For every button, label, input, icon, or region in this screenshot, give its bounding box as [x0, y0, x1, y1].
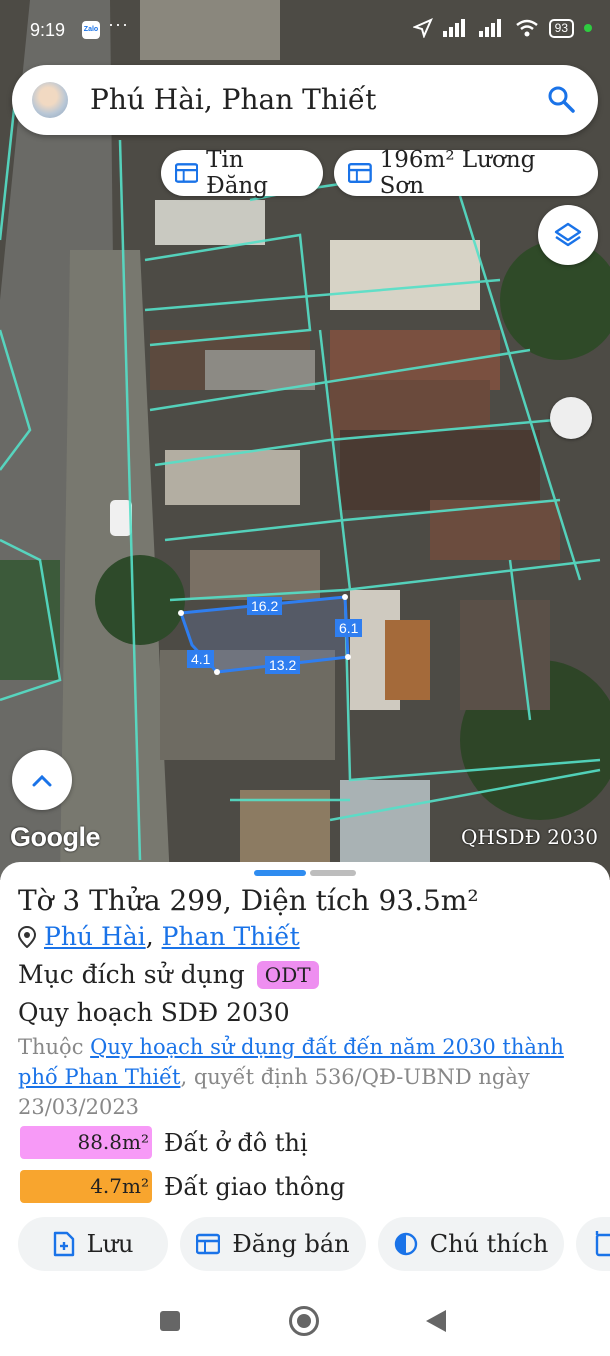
area-row-residential: 88.8m² Đất ở đô thị: [20, 1126, 308, 1159]
map-view[interactable]: 16.2 6.1 13.2 4.1 9:19 Zalo ··· 93 Phú H…: [0, 0, 610, 880]
parcel-location: Phú Hài, Phan Thiết: [18, 922, 300, 951]
map-control-dot[interactable]: [550, 397, 592, 439]
city-link[interactable]: Phan Thiết: [162, 922, 300, 951]
status-time: 9:19: [30, 20, 66, 40]
save-button-label: Lưu: [86, 1230, 134, 1258]
system-nav-bar: [0, 1290, 610, 1356]
purpose-label: Mục đích sử dụng: [18, 960, 245, 989]
sheet-handle[interactable]: [310, 870, 356, 876]
dimension-right-label: 6.1: [335, 619, 363, 637]
post-sale-button[interactable]: Đăng bán: [180, 1217, 366, 1271]
home-button[interactable]: [289, 1306, 319, 1336]
wifi-icon: [515, 19, 538, 37]
search-icon[interactable]: [546, 84, 576, 114]
parcel-info-sheet: Tờ 3 Thửa 299, Diện tích 93.5m² Phú Hài,…: [0, 862, 610, 1356]
chevron-up-icon: [32, 774, 52, 787]
search-query[interactable]: Phú Hài, Phan Thiết: [90, 83, 376, 116]
area-row-transport: 4.7m² Đất giao thông: [20, 1170, 345, 1203]
calendar-icon: [348, 162, 372, 184]
location-separator: ,: [145, 922, 162, 951]
signal-2-icon: [478, 19, 501, 37]
more-action-button[interactable]: [576, 1217, 610, 1271]
camera-dot-icon: [584, 24, 592, 32]
overlay-label: QHSDĐ 2030: [461, 825, 598, 849]
calendar-icon: [196, 1233, 221, 1255]
zalo-app-icon: Zalo: [82, 21, 100, 39]
ward-link[interactable]: Phú Hài: [44, 922, 146, 951]
calendar-icon: [175, 163, 199, 183]
chip-listing-label: 196m² Lương Sơn: [379, 147, 536, 199]
add-chart-icon: [595, 1231, 610, 1257]
layers-icon: [554, 222, 582, 247]
status-bar: 9:19 Zalo ··· 93: [0, 0, 610, 60]
save-button[interactable]: Lưu: [18, 1217, 168, 1271]
legend-button[interactable]: Chú thích: [378, 1217, 564, 1271]
battery-indicator: 93: [548, 18, 574, 38]
search-bar[interactable]: Phú Hài, Phan Thiết: [12, 65, 598, 135]
layers-button[interactable]: [538, 205, 598, 265]
more-notifications-icon: ···: [108, 14, 129, 34]
legend-button-label: Chú thích: [429, 1230, 549, 1258]
purpose-code-badge: ODT: [256, 960, 319, 989]
chip-listing[interactable]: 196m² Lương Sơn: [334, 147, 598, 199]
area-value-box: 4.7m²: [20, 1170, 152, 1203]
dimension-left-label: 4.1: [187, 650, 215, 668]
sheet-handle-active[interactable]: [254, 870, 306, 876]
contrast-icon: [394, 1232, 417, 1256]
dimension-top-label: 16.2: [247, 597, 283, 615]
parcel-title: Tờ 3 Thửa 299, Diện tích 93.5m²: [18, 884, 479, 917]
post-sale-button-label: Đăng bán: [232, 1230, 350, 1258]
signal-1-icon: [442, 19, 465, 37]
chip-tin-dang[interactable]: Tin Đăng: [161, 147, 323, 199]
area-label: Đất giao thông: [164, 1172, 346, 1201]
back-button[interactable]: [426, 1310, 446, 1332]
google-attribution: Google: [10, 822, 101, 852]
area-label: Đất ở đô thị: [164, 1128, 308, 1157]
avatar[interactable]: [32, 82, 68, 118]
recents-button[interactable]: [160, 1311, 180, 1331]
location-arrow-icon: [412, 18, 433, 38]
chip-tin-dang-label: Tin Đăng: [206, 147, 268, 199]
location-pin-icon: [18, 925, 36, 948]
plan-prefix: Thuộc: [18, 1035, 91, 1059]
dimension-bottom-label: 13.2: [265, 656, 301, 674]
area-value-box: 88.8m²: [20, 1126, 152, 1159]
land-use-purpose: Mục đích sử dụng ODT: [18, 960, 319, 989]
plan-title: Quy hoạch SDĐ 2030: [18, 998, 290, 1027]
plan-description: Thuộc Quy hoạch sử dụng đất đến năm 2030…: [18, 1032, 578, 1122]
file-add-icon: [53, 1231, 74, 1257]
expand-button[interactable]: [12, 750, 72, 810]
